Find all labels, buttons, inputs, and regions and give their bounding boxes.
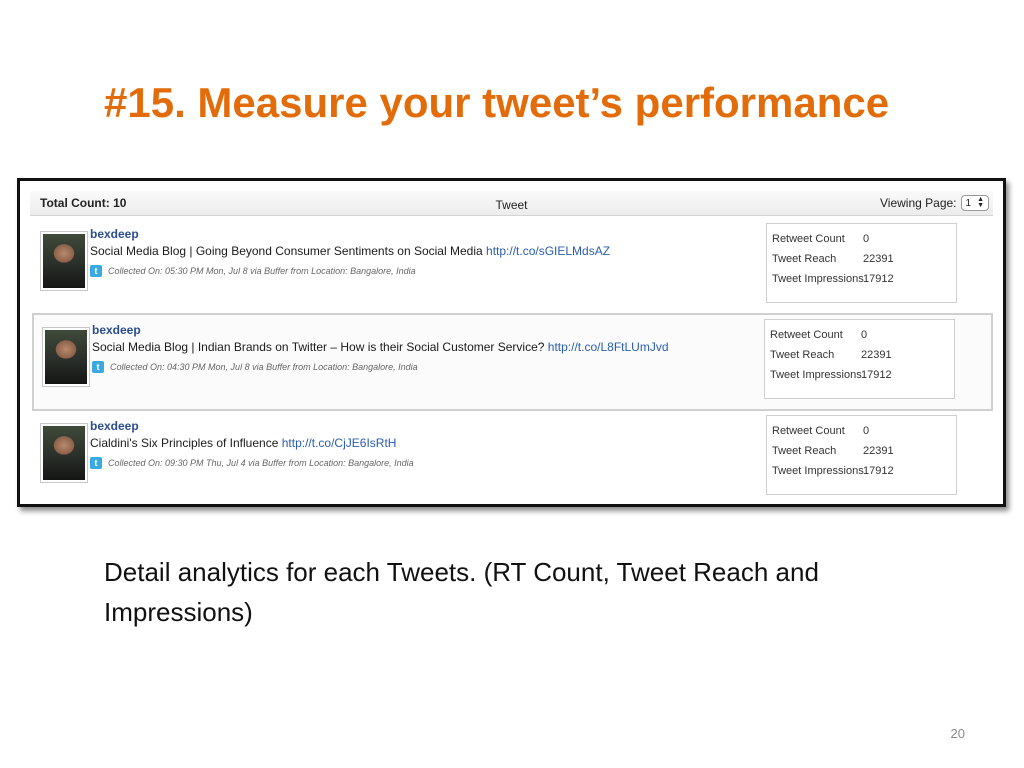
username-link[interactable]: bexdeep	[90, 226, 770, 242]
tweet-content: Cialdini's Six Principles of Influence	[90, 436, 279, 450]
retweet-count-label: Retweet Count	[770, 329, 843, 341]
avatar[interactable]	[40, 231, 88, 291]
tweet-meta: t Collected On: 05:30 PM Mon, Jul 8 via …	[90, 265, 770, 277]
page-select-value: 1	[965, 197, 972, 209]
tweet-reach-row: Tweet Reach 22391	[772, 253, 952, 271]
tweet-row: bexdeep Cialdini's Six Principles of Inf…	[32, 411, 993, 504]
table-header: Total Count: 10 Tweet Viewing Page: 1 ▲ ▼	[30, 191, 993, 216]
tweet-link[interactable]: http://t.co/sGIELMdsAZ	[486, 244, 610, 258]
retweet-count-row: Retweet Count 0	[770, 329, 950, 347]
username-link[interactable]: bexdeep	[90, 418, 770, 434]
tweet-column-header: Tweet	[495, 198, 528, 212]
tweet-impressions-value: 17912	[861, 369, 892, 381]
tweet-stats: Retweet Count 0 Tweet Reach 22391 Tweet …	[766, 415, 957, 495]
twitter-icon: t	[92, 361, 104, 373]
avatar[interactable]	[40, 423, 88, 483]
tweet-reach-label: Tweet Reach	[772, 253, 837, 265]
tweet-content: Social Media Blog | Going Beyond Consume…	[90, 244, 483, 258]
tweet-meta: t Collected On: 09:30 PM Thu, Jul 4 via …	[90, 457, 770, 469]
retweet-count-row: Retweet Count 0	[772, 233, 952, 251]
tweet-impressions-row: Tweet Impressions 17912	[770, 369, 950, 387]
viewing-page-control: Viewing Page: 1 ▲ ▼	[880, 195, 989, 211]
page-select[interactable]: 1 ▲ ▼	[960, 195, 989, 211]
profile-photo	[43, 234, 85, 288]
select-arrows-icon: ▲ ▼	[977, 196, 984, 209]
tweet-reach-value: 22391	[863, 253, 894, 265]
page-number: 20	[950, 726, 965, 741]
retweet-count-label: Retweet Count	[772, 233, 845, 245]
profile-photo	[45, 330, 87, 384]
tweet-row: bexdeep Social Media Blog | Indian Brand…	[32, 313, 993, 411]
tweet-impressions-row: Tweet Impressions 17912	[772, 465, 952, 483]
tweet-meta: t Collected On: 04:30 PM Mon, Jul 8 via …	[92, 361, 772, 373]
tweet-reach-value: 22391	[861, 349, 892, 361]
tweet-stats: Retweet Count 0 Tweet Reach 22391 Tweet …	[766, 223, 957, 303]
tweet-text: Social Media Blog | Going Beyond Consume…	[90, 242, 770, 260]
analytics-screenshot: Total Count: 10 Tweet Viewing Page: 1 ▲ ▼…	[17, 178, 1006, 507]
username-link[interactable]: bexdeep	[92, 322, 772, 338]
tweet-stats: Retweet Count 0 Tweet Reach 22391 Tweet …	[764, 319, 955, 399]
tweet-reach-row: Tweet Reach 22391	[770, 349, 950, 367]
tweet-reach-value: 22391	[863, 445, 894, 457]
tweet-impressions-label: Tweet Impressions	[770, 369, 862, 381]
tweet-row: bexdeep Social Media Blog | Going Beyond…	[32, 219, 993, 313]
twitter-icon: t	[90, 265, 102, 277]
tweet-content: Social Media Blog | Indian Brands on Twi…	[92, 340, 545, 354]
tweet-reach-label: Tweet Reach	[772, 445, 837, 457]
slide-caption: Detail analytics for each Tweets. (RT Co…	[104, 557, 819, 627]
collected-on-text: Collected On: 09:30 PM Thu, Jul 4 via Bu…	[108, 458, 414, 468]
tweet-link[interactable]: http://t.co/CjJE6IsRtH	[282, 436, 397, 450]
tweet-reach-label: Tweet Reach	[770, 349, 835, 361]
retweet-count-label: Retweet Count	[772, 425, 845, 437]
collected-on-text: Collected On: 04:30 PM Mon, Jul 8 via Bu…	[110, 362, 418, 372]
tweet-reach-row: Tweet Reach 22391	[772, 445, 952, 463]
retweet-count-row: Retweet Count 0	[772, 425, 952, 443]
tweet-body: bexdeep Social Media Blog | Going Beyond…	[90, 226, 770, 277]
retweet-count-value: 0	[863, 233, 870, 245]
twitter-icon: t	[90, 457, 102, 469]
tweet-body: bexdeep Social Media Blog | Indian Brand…	[92, 322, 772, 373]
tweet-body: bexdeep Cialdini's Six Principles of Inf…	[90, 418, 770, 469]
collected-on-text: Collected On: 05:30 PM Mon, Jul 8 via Bu…	[108, 266, 416, 276]
tweet-text: Cialdini's Six Principles of Influence h…	[90, 434, 770, 452]
tweet-text: Social Media Blog | Indian Brands on Twi…	[92, 338, 772, 356]
viewing-page-label: Viewing Page:	[880, 196, 957, 210]
tweet-impressions-value: 17912	[863, 465, 894, 477]
retweet-count-value: 0	[861, 329, 868, 341]
slide-title: #15. Measure your tweet’s performance	[104, 79, 890, 126]
tweet-impressions-label: Tweet Impressions	[772, 465, 864, 477]
tweet-impressions-row: Tweet Impressions 17912	[772, 273, 952, 291]
tweet-link[interactable]: http://t.co/L8FtLUmJvd	[548, 340, 669, 354]
tweet-impressions-label: Tweet Impressions	[772, 273, 864, 285]
avatar[interactable]	[42, 327, 90, 387]
tweet-impressions-value: 17912	[863, 273, 894, 285]
retweet-count-value: 0	[863, 425, 870, 437]
profile-photo	[43, 426, 85, 480]
